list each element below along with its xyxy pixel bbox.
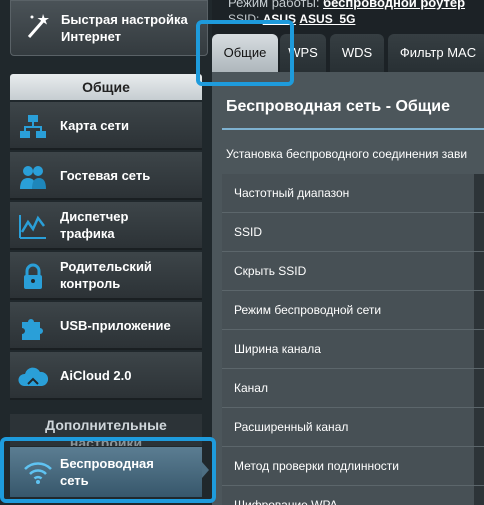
magic-wand-icon [27, 14, 49, 38]
sidebar-item-guest-network[interactable]: Гостевая сеть [10, 152, 202, 200]
table-row: Частотный диапазон [222, 174, 484, 213]
sidebar-item-label: Гостевая сеть [60, 167, 151, 183]
title-divider [222, 128, 484, 130]
cloud-icon [18, 367, 48, 386]
row-divider [474, 369, 484, 407]
row-divider [474, 291, 484, 329]
sidebar-item-label: контроль [60, 276, 121, 291]
general-section-header: Общие [10, 74, 202, 100]
row-label: Частотный диапазон [234, 186, 350, 200]
table-row: Канал [222, 369, 484, 408]
sidebar-item-parental-control[interactable]: Родительский контроль [10, 252, 202, 300]
parental-lock-icon [24, 263, 42, 289]
sidebar: Быстрая настройка Интернет Общие Карта с… [0, 0, 212, 505]
sidebar-item-traffic-manager[interactable]: Диспетчер трафика [10, 202, 202, 250]
sidebar-item-label: трафика [60, 226, 115, 241]
advanced-header-line-1: Дополнительные [45, 417, 167, 433]
table-row: Метод проверки подлинности [222, 447, 484, 486]
quick-setup-label-1: Быстрая настройка [61, 12, 188, 27]
table-row: Шифрование WPA [222, 486, 484, 505]
menu-highlight-frame [0, 437, 216, 503]
row-label: Режим беспроводной сети [234, 303, 382, 317]
operation-mode-link[interactable]: беспроводной роутер [323, 0, 465, 10]
quick-setup-label-2: Интернет [61, 29, 122, 44]
table-row: Режим беспроводной сети [222, 291, 484, 330]
table-row: Расширенный канал [222, 408, 484, 447]
sidebar-item-label: Карта сети [60, 117, 129, 133]
settings-table: Частотный диапазон SSID Скрыть SSID Режи… [222, 174, 484, 505]
sidebar-item-usb-application[interactable]: USB-приложение [10, 302, 202, 350]
sidebar-item-label: Диспетчер [60, 209, 129, 224]
traffic-manager-icon [19, 215, 46, 239]
row-divider [474, 252, 484, 290]
guest-network-icon [20, 166, 46, 189]
row-label: Метод проверки подлинности [234, 459, 399, 473]
quick-internet-setup-button[interactable]: Быстрая настройка Интернет [10, 0, 208, 56]
sidebar-item-label: AiCloud 2.0 [60, 367, 132, 383]
row-label: SSID [234, 225, 263, 239]
sidebar-item-network-map[interactable]: Карта сети [10, 102, 202, 150]
tab-wds[interactable]: WDS [330, 34, 384, 72]
row-divider [474, 330, 484, 368]
table-row: Скрыть SSID [222, 252, 484, 291]
tab-highlight-frame [196, 20, 294, 86]
row-divider [474, 408, 484, 446]
row-divider [474, 447, 484, 485]
sidebar-item-label: Родительский [60, 259, 152, 274]
row-divider [474, 213, 484, 251]
ssid-link-5g[interactable]: ASUS_5G [299, 12, 355, 26]
row-divider [474, 486, 484, 505]
row-divider [474, 174, 484, 212]
table-row: Ширина канала [222, 330, 484, 369]
row-label: Скрыть SSID [234, 264, 307, 278]
row-label: Канал [234, 381, 268, 395]
row-label: Шифрование WPA [234, 498, 338, 505]
sidebar-item-label: USB-приложение [60, 317, 171, 333]
row-label: Расширенный канал [234, 420, 349, 434]
operation-mode-label: Режим работы: [228, 0, 320, 10]
sidebar-item-aicloud[interactable]: AiCloud 2.0 [10, 352, 202, 400]
row-label: Ширина канала [234, 342, 321, 356]
puzzle-icon [22, 319, 43, 340]
page-description: Установка беспроводного соединения зави [226, 147, 468, 161]
network-map-icon [20, 115, 46, 138]
table-row: SSID [222, 213, 484, 252]
tab-mac-filter[interactable]: Фильтр MAC [388, 34, 484, 72]
page-title: Беспроводная сеть - Общие [226, 98, 451, 115]
operation-mode-line: Режим работы: беспроводной роутер [228, 0, 465, 10]
